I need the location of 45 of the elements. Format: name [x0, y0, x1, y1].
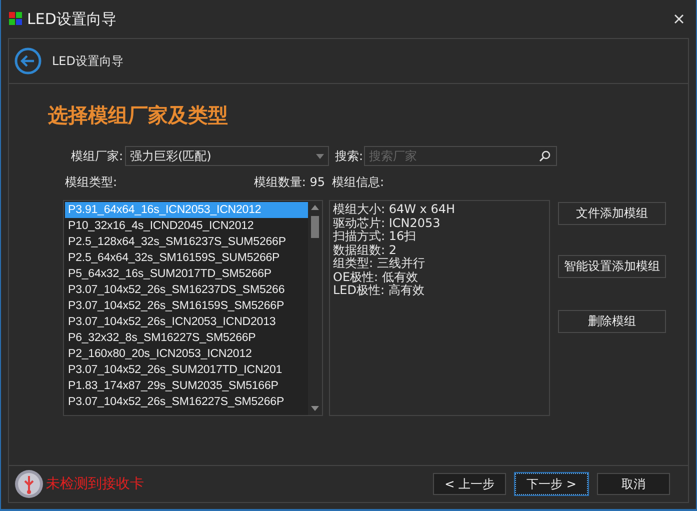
module-list-item[interactable]: P2.5_128x64_32s_SM16237S_SUM5266P	[65, 234, 308, 250]
module-type-label: 模组类型:	[65, 174, 118, 190]
module-list-item[interactable]: P3.07_104x52_26s_SUM2017TD_ICN201	[65, 362, 308, 378]
module-info-line: OE极性: 低有效	[333, 270, 419, 284]
module-list-item[interactable]: P6_32x32_8s_SM16227S_SM5266P	[65, 330, 308, 346]
module-info-label: 模组信息:	[332, 174, 384, 190]
wizard-button[interactable]: < 上一步	[433, 473, 506, 495]
caret-icon	[316, 154, 324, 158]
module-list-item[interactable]: P3.07_104x52_26s_SM16159S_SM5266P	[65, 298, 308, 314]
module-action-button[interactable]: 删除模组	[558, 310, 666, 333]
status-text: 未检测到接收卡	[46, 475, 144, 493]
module-list-item[interactable]: P2_160x80_20s_ICN2053_ICN2012	[65, 346, 308, 362]
vendor-dropdown[interactable]: 强力巨彩(匹配)	[125, 146, 329, 166]
search-label: 搜索:	[335, 148, 364, 164]
scrollbar-thumb[interactable]	[311, 216, 319, 238]
module-list-item[interactable]: P5_64x32_16s_SUM2017TD_SM5266P	[65, 266, 308, 282]
module-action-button[interactable]: 智能设置添加模组	[558, 255, 666, 278]
module-list-item[interactable]: P2.5_64x64_32s_SM16159S_SUM5266P	[65, 250, 308, 266]
search-field[interactable]: 搜索厂家	[364, 146, 558, 166]
module-list-item[interactable]: P10_32x16_4s_ICND2045_ICN2012	[65, 218, 308, 234]
scroll-down-icon[interactable]	[311, 406, 319, 411]
close-icon[interactable]	[674, 14, 684, 24]
header-title: LED设置向导	[52, 52, 124, 70]
module-list-item[interactable]: P3.07_104x52_26s_SM16237DS_SM5266	[65, 282, 308, 298]
module-action-button[interactable]: 文件添加模组	[558, 202, 666, 225]
module-info-line: 驱动芯片: ICN2053	[333, 216, 442, 230]
module-info-line: 组类型: 三线并行	[333, 257, 426, 270]
vendor-label: 模组厂家:	[70, 148, 123, 164]
search-icon	[539, 150, 552, 162]
scrollbar[interactable]	[308, 201, 322, 415]
module-info-line: 模组大小: 64W x 64H	[333, 203, 456, 216]
scroll-up-icon[interactable]	[311, 205, 319, 210]
module-list-item[interactable]: P3.07_104x52_26s_ICN2053_ICND2013	[65, 314, 308, 330]
module-list-item[interactable]: P1.83_174x87_29s_SUM2035_SM5166P	[65, 378, 308, 394]
logo-icon	[9, 12, 23, 26]
module-info-line: 数据组数: 2	[333, 244, 398, 257]
module-info-line: 扫描方式: 16扫	[333, 230, 418, 244]
module-count-label: 模组数量: 95	[252, 174, 325, 190]
module-info-line: LED极性: 高有效	[333, 284, 426, 298]
page-heading: 选择模组厂家及类型	[48, 102, 229, 128]
module-list-item[interactable]: P3.07_104x52_26s_SM16227S_SM5266P	[65, 394, 308, 410]
back-icon[interactable]	[14, 47, 42, 75]
wizard-button[interactable]: 取消	[597, 473, 670, 495]
wizard-button[interactable]: 下一步 >	[515, 473, 588, 495]
window-title: LED设置向导	[27, 10, 116, 28]
